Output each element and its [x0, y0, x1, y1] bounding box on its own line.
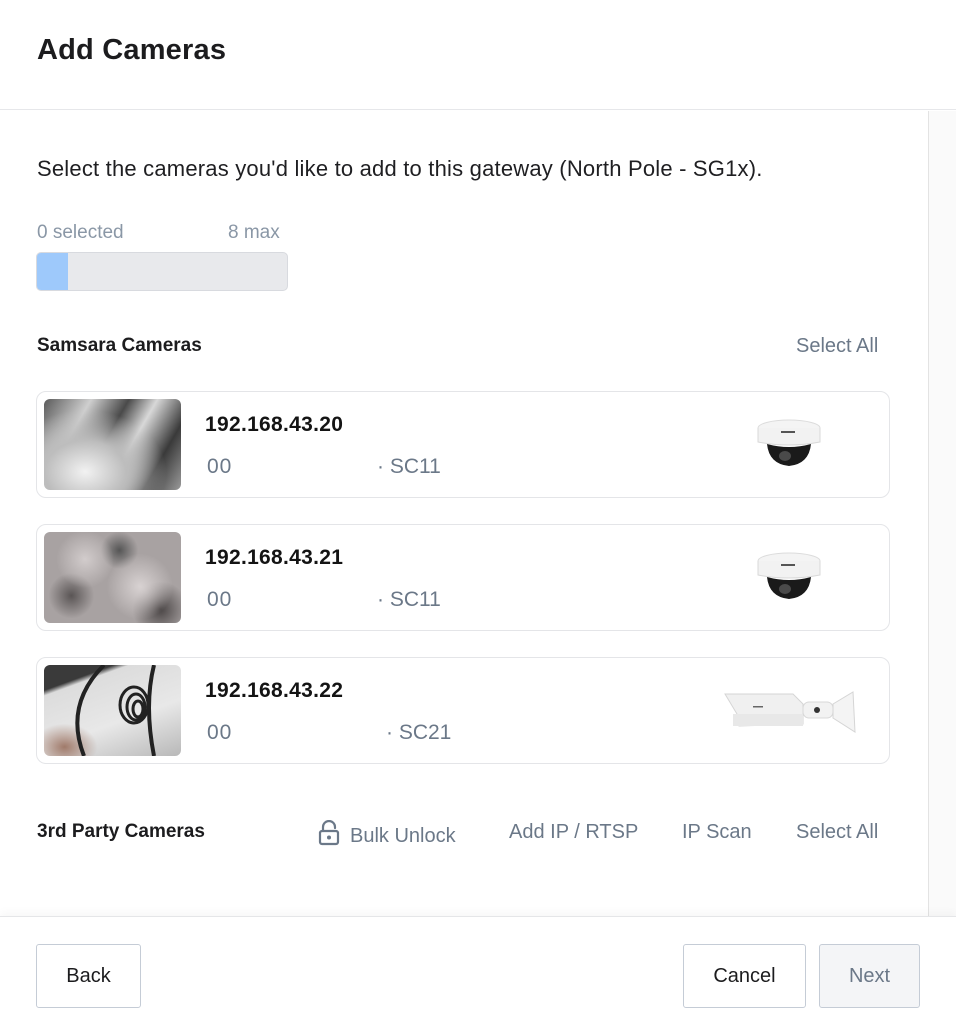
camera-model: · SC11: [377, 455, 441, 478]
back-button[interactable]: Back: [36, 944, 141, 1008]
dome-camera-icon: [755, 547, 823, 612]
intro-text: Select the cameras you'd like to add to …: [37, 156, 763, 181]
camera-serial: 00: [207, 588, 233, 611]
dialog-header: Add Cameras: [0, 0, 956, 110]
camera-thumbnail: [44, 532, 181, 623]
camera-ip: 192.168.43.22: [205, 679, 344, 702]
third-party-select-all-link[interactable]: Select All: [796, 821, 878, 844]
camera-model: · SC21: [386, 721, 452, 744]
camera-card[interactable]: 192.168.43.21 00 · SC11: [36, 524, 890, 631]
selected-count: 0 selected: [37, 222, 124, 243]
camera-thumbnail: [44, 665, 181, 756]
selection-progress-bar: [36, 252, 288, 291]
next-button[interactable]: Next: [819, 944, 920, 1008]
camera-thumbnail: [44, 399, 181, 490]
max-count: 8 max: [228, 222, 280, 243]
camera-serial: 00: [207, 455, 233, 478]
camera-card[interactable]: 192.168.43.20 00 · SC11: [36, 391, 890, 498]
ip-scan-link[interactable]: IP Scan: [682, 821, 752, 844]
samsara-cameras-heading: Samsara Cameras: [37, 335, 202, 356]
cancel-button[interactable]: Cancel: [683, 944, 806, 1008]
dialog-title: Add Cameras: [37, 34, 227, 66]
dialog-footer: Back Cancel Next: [0, 916, 956, 1030]
camera-serial: 00: [207, 721, 233, 744]
camera-card[interactable]: 192.168.43.22 00 · SC21: [36, 657, 890, 764]
bulk-unlock-label: Bulk Unlock: [350, 824, 456, 847]
vertical-scrollbar[interactable]: [928, 111, 956, 917]
add-ip-rtsp-link[interactable]: Add IP / RTSP: [509, 821, 638, 844]
camera-ip: 192.168.43.21: [205, 546, 344, 569]
unlock-icon: [318, 819, 340, 852]
bullet-camera-icon: [723, 684, 859, 743]
samsara-select-all-link[interactable]: Select All: [796, 335, 878, 358]
bulk-unlock-button[interactable]: Bulk Unlock: [318, 819, 456, 852]
camera-ip: 192.168.43.20: [205, 413, 344, 436]
progress-fill: [37, 253, 69, 290]
third-party-cameras-heading: 3rd Party Cameras: [37, 821, 205, 842]
camera-model: · SC11: [377, 588, 441, 611]
dome-camera-icon: [755, 414, 823, 479]
dialog-body: Select the cameras you'd like to add to …: [0, 111, 956, 917]
